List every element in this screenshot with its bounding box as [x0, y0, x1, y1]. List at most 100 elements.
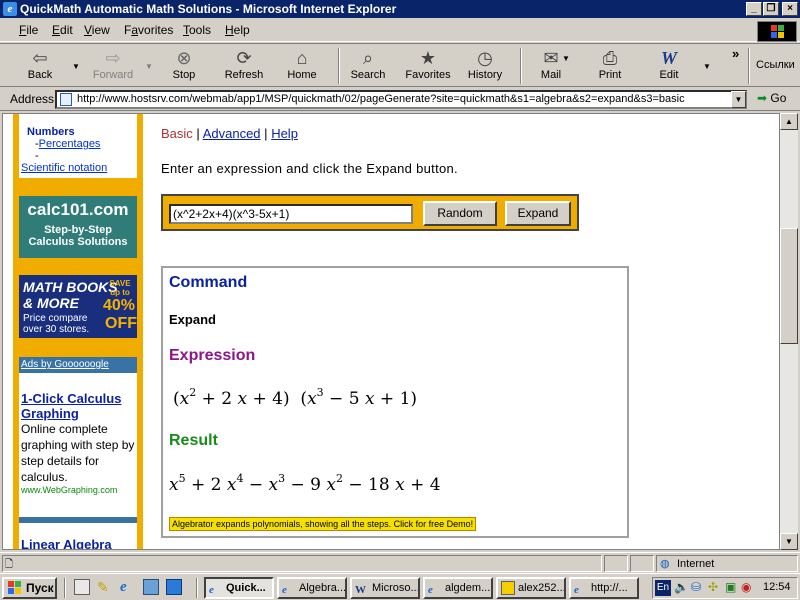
address-url[interactable]: http://www.hostsrv.com/webmab/app1/MSP/q… [77, 93, 685, 105]
volume-icon[interactable]: 🔈 [674, 580, 689, 594]
menu-tools[interactable]: Tools [183, 23, 211, 37]
command-heading: Command [169, 274, 248, 291]
history-icon: ◷ [477, 48, 493, 68]
word-task-icon: W [355, 584, 366, 596]
home-button[interactable]: ⌂ Home [284, 46, 320, 86]
print-button[interactable]: ⎙ Print [594, 46, 626, 86]
address-field[interactable]: http://www.hostsrv.com/webmab/app1/MSP/q… [55, 90, 747, 109]
link-percentages[interactable]: Percentages [39, 138, 101, 150]
menu-view[interactable]: View [84, 23, 110, 37]
toolbar-separator [338, 48, 340, 84]
calc101-sub2: Calculus Solutions [28, 236, 128, 248]
ads-header-link[interactable]: Ads by Goooooogle [19, 357, 137, 373]
ads-divider [19, 517, 137, 523]
quicklaunch-ie-icon[interactable]: e [120, 579, 136, 595]
task-http[interactable]: e http://... [569, 577, 639, 599]
quicklaunch-pencil-icon[interactable]: ✎ [97, 579, 113, 595]
status-zone-label: Internet [677, 558, 715, 570]
page-icon [60, 93, 72, 106]
ie-task-icon: e [282, 584, 287, 596]
edit-button[interactable]: W Edit [654, 46, 684, 86]
toolbar-more-chevron[interactable]: » [732, 46, 739, 61]
search-button[interactable]: ⌕ Search [348, 46, 388, 86]
forward-arrow-icon: ⇨ [105, 48, 121, 68]
refresh-icon: ⟳ [236, 48, 252, 68]
vertical-scrollbar[interactable]: ▲ ▼ [780, 113, 798, 550]
nav-advanced-link[interactable]: Advanced [203, 126, 261, 141]
expand-button[interactable]: Expand [505, 201, 571, 226]
refresh-button[interactable]: ⟳ Refresh [222, 46, 266, 86]
start-windows-logo-icon [8, 581, 21, 594]
toolbar-separator [748, 48, 750, 84]
expression-math: (x2 + 2 x + 4) (x3 − 5 x + 1) [173, 386, 418, 409]
quicklaunch-outlook-icon[interactable] [143, 579, 159, 595]
forward-dropdown-icon[interactable]: ▼ [145, 62, 153, 71]
calc101-ad-banner[interactable]: calc101.com Step-by-Step Calculus Soluti… [19, 196, 137, 258]
menu-favorites[interactable]: Favorites [124, 23, 173, 37]
tray-app3-icon[interactable]: ◉ [741, 580, 751, 594]
ad1-text: Online complete graphing with step by st… [21, 422, 135, 484]
task-quickmath[interactable]: e Quick... [204, 577, 274, 599]
mail-button[interactable]: ✉ Mail [536, 46, 566, 86]
menu-help[interactable]: Help [225, 23, 250, 37]
task-algdem[interactable]: e algdem... [423, 577, 493, 599]
window-title: QuickMath Automatic Math Solutions - Mic… [20, 2, 397, 16]
maximize-button[interactable]: ❐ [763, 2, 779, 16]
edit-dropdown-icon[interactable]: ▼ [703, 62, 711, 71]
clock[interactable]: 12:54 [763, 581, 791, 593]
address-dropdown-button[interactable]: ▼ [731, 91, 746, 108]
scroll-up-button[interactable]: ▲ [780, 113, 798, 130]
address-label: Address [10, 92, 55, 106]
back-dropdown-icon[interactable]: ▼ [72, 62, 80, 71]
result-panel: Command Expand Expression (x2 + 2 x + 4)… [161, 266, 629, 538]
mail-dropdown-icon[interactable]: ▼ [562, 54, 570, 63]
ad1-url[interactable]: www.WebGraphing.com [21, 485, 135, 495]
go-button[interactable]: ➡ Go [757, 91, 786, 105]
numbers-heading: Numbers [27, 126, 75, 138]
minimize-button[interactable]: _ [746, 2, 762, 16]
history-button[interactable]: ◷ History [466, 46, 504, 86]
books-title1: MATH BOOKS [23, 279, 118, 295]
status-text-segment: 🗋 [2, 555, 602, 572]
scroll-down-button[interactable]: ▼ [780, 533, 798, 550]
calc101-title: calc101.com [27, 200, 129, 219]
algebrator-banner-link[interactable]: Algebrator expands polynomials, showing … [169, 517, 477, 531]
math-books-ad-banner[interactable]: MATH BOOKS & MORE Price compare over 30 … [19, 275, 137, 338]
taskbar-separator [64, 578, 66, 598]
start-button[interactable]: Пуск [2, 577, 57, 599]
nav-sep: | [196, 126, 200, 141]
search-icon: ⌕ [362, 48, 374, 68]
task-alex252[interactable]: alex252... [496, 577, 566, 599]
taskbar: Пуск ✎ e e Quick... e Algebra... W Microso.… [0, 573, 800, 600]
language-indicator[interactable]: En [655, 580, 671, 596]
ad2-title-link[interactable]: Linear Algebra [21, 537, 112, 549]
windows-logo-icon [757, 21, 797, 42]
task-algebra[interactable]: e Algebra... [277, 577, 347, 599]
forward-button[interactable]: ⇨ Forward [88, 46, 138, 86]
random-button[interactable]: Random [423, 201, 497, 226]
close-button[interactable]: × [782, 2, 798, 16]
mail-icon: ✉ [543, 48, 559, 68]
instruction-text: Enter an expression and click the Expand… [161, 161, 458, 176]
scroll-thumb[interactable] [780, 228, 798, 344]
network-icon[interactable]: ⛁ [691, 580, 701, 594]
ie-task-icon: e [428, 584, 433, 596]
folder-task-icon [501, 581, 515, 595]
tray-app-icon[interactable]: ✣ [708, 580, 718, 594]
favorites-button[interactable]: ★ Favorites [404, 46, 452, 86]
nav-help-link[interactable]: Help [271, 126, 298, 141]
expression-input[interactable] [169, 204, 413, 224]
quicklaunch-desktop-icon[interactable] [74, 579, 90, 595]
task-microsoft-word[interactable]: W Microso... [350, 577, 420, 599]
stop-button[interactable]: ⊗ Stop [165, 46, 203, 86]
quicklaunch-app-icon[interactable] [166, 579, 182, 595]
ad1-title-link[interactable]: 1-Click Calculus Graphing [21, 391, 135, 421]
standard-toolbar: ⇦ Back ▼ ⇨ Forward ▼ ⊗ Stop ⟳ Refresh ⌂ Home … [0, 43, 800, 87]
menu-edit[interactable]: Edit [52, 23, 73, 37]
status-segment [604, 555, 628, 572]
tray-app2-icon[interactable]: ▣ [725, 580, 736, 594]
back-button[interactable]: ⇦ Back [20, 46, 60, 86]
links-button[interactable]: Ссылки [756, 59, 795, 71]
link-scientific-notation[interactable]: Scientific notation [21, 162, 107, 174]
menu-file[interactable]: File [19, 23, 38, 37]
